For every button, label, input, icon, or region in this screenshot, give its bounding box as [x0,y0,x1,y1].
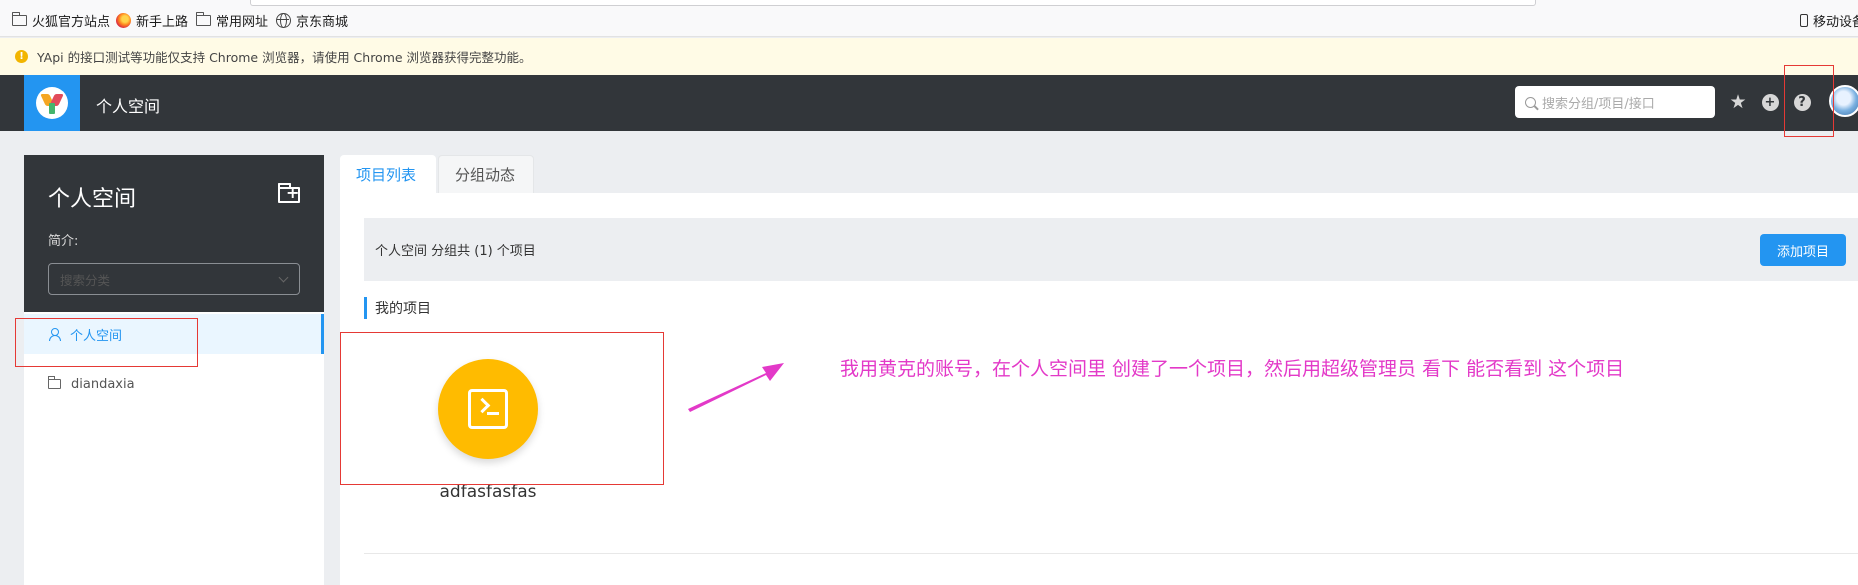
project-count-text: 个人空间 分组共 (1) 个项目 [375,244,536,259]
group-summary-bar: 个人空间 分组共 (1) 个项目 [364,218,1858,281]
warning-text: YApi 的接口测试等功能仅支持 Chrome 浏览器，请使用 Chrome 浏… [37,50,532,65]
tab-group-activity[interactable]: 分组动态 [438,155,534,193]
globe-icon [276,12,291,28]
chevron-down-icon [278,272,289,283]
folder-icon [195,11,211,26]
annotation-text: 我用黄克的账号，在个人空间里 创建了一个项目，然后用超级管理员 看下 能否看到 … [840,358,1625,380]
folder-icon [47,376,61,389]
highlight-box [15,318,198,367]
section-title: 我的项目 [364,297,431,319]
bookmark-label: 常用网址 [216,14,269,30]
group-title: 个人空间 [48,187,137,212]
highlight-box [340,332,664,485]
global-search-input[interactable]: 搜索分组/项目/接口 [1515,86,1715,118]
group-search-input[interactable]: 搜索分类 [48,263,300,295]
group-info-panel: 个人空间 简介: 搜索分类 [24,155,324,312]
bookmark-item[interactable]: 新手上路 [116,12,189,30]
bookmark-label: 火狐官方站点 [32,14,111,30]
add-project-button[interactable]: 添加项目 [1760,234,1846,266]
star-icon[interactable]: ★ [1728,92,1748,112]
highlight-box [1784,65,1834,137]
search-placeholder: 搜索分类 [60,272,111,288]
bookmark-label: 新手上路 [136,14,189,30]
mobile-bookmarks[interactable]: 移动设备 [1800,12,1858,30]
browser-warning-banner: ! YApi 的接口测试等功能仅支持 Chrome 浏览器，请使用 Chrome… [0,38,1858,75]
project-name[interactable]: adfasfasfas [400,482,576,502]
plus-circle-icon[interactable]: + [1760,92,1780,112]
bookmarks-bar: 火狐官方站点 新手上路 常用网址 京东商城 移动设备 [0,0,1858,37]
tab-project-list[interactable]: 项目列表 [340,155,436,193]
yapi-logo[interactable] [24,75,80,131]
mobile-bookmarks-label: 移动设备 [1813,14,1858,30]
logo-icon [36,87,68,119]
folder-icon [11,11,27,26]
warning-icon: ! [15,50,28,63]
sidebar-item-label: diandaxia [71,376,135,392]
phone-icon [1800,13,1808,27]
divider [364,553,1858,554]
url-bar[interactable] [250,0,1536,6]
breadcrumb[interactable]: 个人空间 [96,93,160,117]
search-placeholder: 搜索分组/项目/接口 [1542,96,1655,112]
app-header: 个人空间 搜索分组/项目/接口 ★ + ? [0,75,1858,131]
folder-add-icon[interactable] [278,183,300,203]
sidebar-item-diandaxia[interactable]: diandaxia [24,364,324,404]
firefox-icon [116,12,131,28]
bookmark-item[interactable]: 京东商城 [276,12,349,30]
bookmark-item[interactable]: 常用网址 [195,11,269,30]
search-icon [1525,96,1536,108]
annotation-arrow [688,363,784,412]
bookmark-item[interactable]: 火狐官方站点 [11,11,111,30]
bookmark-label: 京东商城 [296,14,349,30]
group-description-label: 简介: [48,234,79,249]
